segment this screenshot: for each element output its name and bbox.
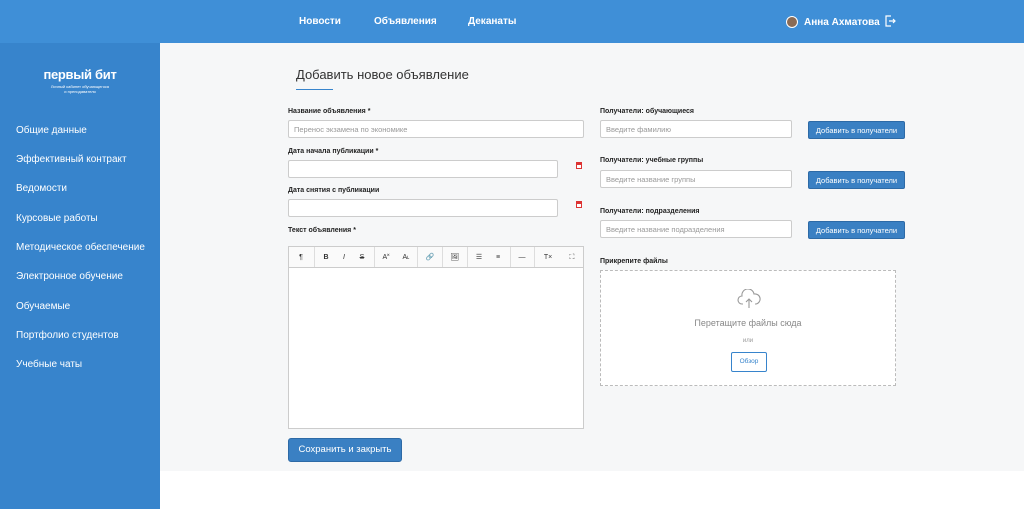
- add-group-button[interactable]: Добавить в получатели: [808, 171, 905, 189]
- clear-format-icon[interactable]: T×: [541, 247, 555, 268]
- file-dropzone[interactable]: Перетащите файлы сюда или Обзор: [600, 270, 896, 386]
- italic-icon[interactable]: I: [337, 247, 351, 268]
- end-date-input[interactable]: [288, 199, 558, 217]
- nav-deaneries[interactable]: Деканаты: [468, 0, 516, 43]
- announcement-name-input[interactable]: [288, 120, 584, 138]
- sidebar-item-trainees[interactable]: Обучаемые: [16, 301, 70, 312]
- sidebar-item-methodical[interactable]: Методическое обеспечение: [16, 242, 145, 253]
- link-icon[interactable]: 🔗: [423, 247, 437, 268]
- title-underline: [296, 89, 333, 90]
- drop-text: Перетащите файлы сюда: [694, 318, 802, 328]
- cloud-upload-icon: [737, 289, 761, 308]
- sidebar-item-coursework[interactable]: Курсовые работы: [16, 213, 98, 224]
- bullet-list-icon[interactable]: ☰: [472, 247, 486, 268]
- groups-label: Получатели: учебные группы: [600, 157, 704, 164]
- nav-news[interactable]: Новости: [299, 0, 341, 43]
- paragraph-icon[interactable]: ¶: [294, 247, 308, 268]
- sidebar-item-elearning[interactable]: Электронное обучение: [16, 271, 123, 282]
- students-label: Получатели: обучающиеся: [600, 108, 695, 115]
- sidebar-item-contract[interactable]: Эффективный контракт: [16, 154, 127, 165]
- sidebar-item-general[interactable]: Общие данные: [16, 125, 87, 136]
- logo-subtitle-2: и преподавателя: [64, 89, 96, 94]
- superscript-icon[interactable]: A˟: [379, 247, 393, 268]
- groups-input[interactable]: [600, 170, 792, 188]
- user-name: Анна Ахматова: [804, 16, 880, 28]
- students-input[interactable]: [600, 120, 792, 138]
- departments-input[interactable]: [600, 220, 792, 238]
- add-department-button[interactable]: Добавить в получатели: [808, 221, 905, 239]
- subscript-icon[interactable]: A˪: [399, 247, 413, 268]
- page-title: Добавить новое объявление: [296, 67, 469, 82]
- calendar-icon[interactable]: [576, 201, 582, 208]
- bold-icon[interactable]: B: [319, 247, 333, 268]
- logo[interactable]: первый бит Личный кабинет обучающегося и…: [0, 67, 160, 94]
- editor-toolbar: ¶ B I S A˟ A˪ 🔗 🖼 ☰ ≡ — T× ⛶: [289, 247, 583, 268]
- user-menu[interactable]: Анна Ахматова: [786, 14, 880, 30]
- fullscreen-icon[interactable]: ⛶: [565, 247, 579, 268]
- nav-announcements[interactable]: Объявления: [374, 0, 437, 43]
- logo-title: первый бит: [43, 67, 117, 82]
- start-date-input[interactable]: [288, 160, 558, 178]
- calendar-icon[interactable]: [576, 162, 582, 169]
- strikethrough-icon[interactable]: S: [355, 247, 369, 268]
- end-date-label: Дата снятия с публикации: [288, 187, 380, 194]
- logout-icon[interactable]: [885, 15, 896, 27]
- ordered-list-icon[interactable]: ≡: [491, 247, 505, 268]
- sidebar-item-statements[interactable]: Ведомости: [16, 183, 67, 194]
- departments-label: Получатели: подразделения: [600, 208, 700, 215]
- browse-button[interactable]: Обзор: [731, 352, 767, 372]
- rich-text-editor[interactable]: ¶ B I S A˟ A˪ 🔗 🖼 ☰ ≡ — T× ⛶: [288, 246, 584, 429]
- image-icon[interactable]: 🖼: [448, 247, 462, 268]
- or-text: или: [742, 338, 754, 344]
- sidebar-item-chats[interactable]: Учебные чаты: [16, 359, 82, 370]
- sidebar-item-portfolio[interactable]: Портфолио студентов: [16, 330, 119, 341]
- start-date-label: Дата начала публикации *: [288, 148, 379, 155]
- save-and-close-button[interactable]: Сохранить и закрыть: [288, 438, 402, 462]
- avatar: [786, 16, 798, 28]
- announcement-name-label: Название объявления *: [288, 108, 371, 115]
- add-student-button[interactable]: Добавить в получатели: [808, 121, 905, 139]
- attach-files-label: Прикрепите файлы: [600, 258, 668, 265]
- text-label: Текст объявления *: [288, 227, 356, 234]
- horizontal-rule-icon[interactable]: —: [515, 247, 529, 268]
